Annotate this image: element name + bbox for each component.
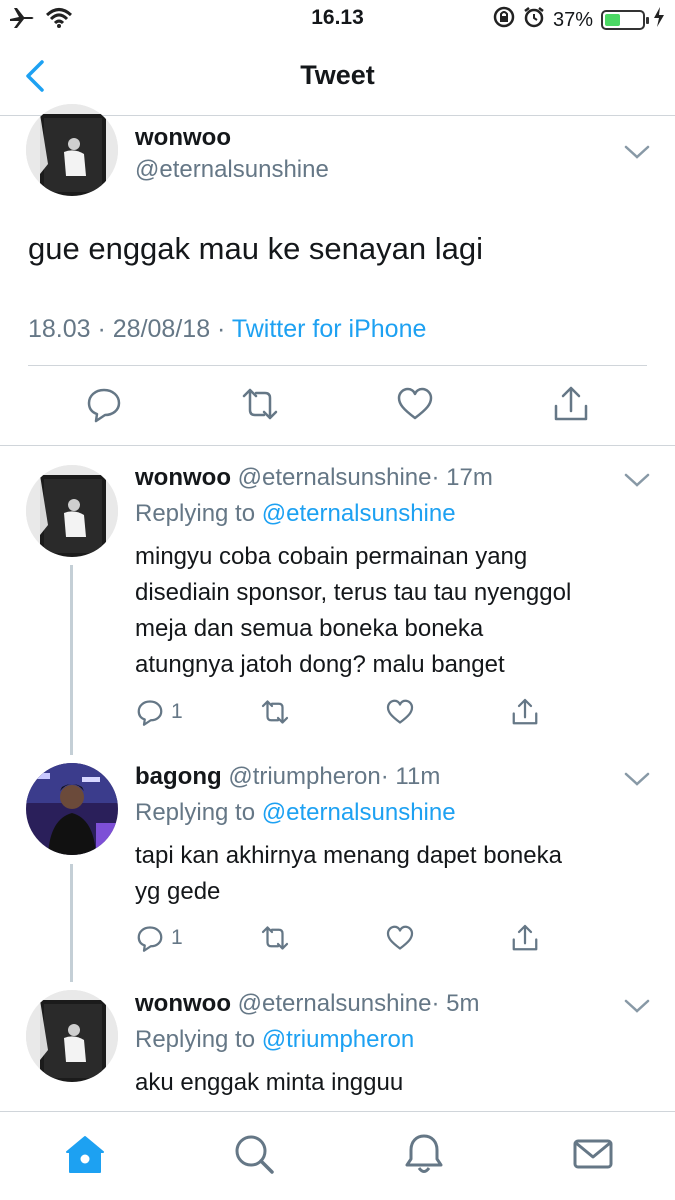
author-handle[interactable]: @eternalsunshine [135,156,329,184]
notifications-icon[interactable] [402,1132,446,1176]
charging-bolt-icon [653,7,665,33]
tweet-meta: 18.03 · 28/08/18 · Twitter for iPhone [28,315,426,344]
replying-to-link[interactable]: @eternalsunshine [262,799,456,826]
reply-button[interactable]: 1 [135,922,183,954]
battery-percent: 37% [552,8,593,31]
retweet-icon[interactable] [259,922,291,954]
tab-bar [0,1111,675,1200]
reply-count: 1 [171,926,183,949]
chevron-down-icon[interactable] [624,771,650,787]
status-bar: 16.13 37% [0,0,675,38]
reply-icon[interactable] [84,384,124,424]
reply-text: aku enggak minta ingguu [135,1065,655,1101]
nav-bar: Tweet [0,38,675,116]
reply-text-line: tapi kan akhirnya menang dapet boneka [135,842,562,869]
retweet-icon[interactable] [240,384,280,424]
reply-icon [137,926,163,952]
replying-to: Replying to @eternalsunshine [135,500,456,528]
avatar[interactable] [26,990,118,1082]
reply-header: wonwoo @eternalsunshine· 17m [135,464,493,492]
reply-time: · 11m [380,763,441,790]
author-name[interactable]: wonwoo [135,124,231,152]
replying-label: Replying to [135,500,262,527]
author-name[interactable]: wonwoo [135,990,231,1017]
replying-to-link[interactable]: @triumpheron [262,1026,414,1053]
share-icon[interactable] [510,696,540,728]
author-name[interactable]: wonwoo [135,464,231,491]
reply-button[interactable]: 1 [135,696,183,728]
reply-text: tapi kan akhirnya menang dapet boneka yg… [135,838,655,910]
chevron-down-icon[interactable] [624,998,650,1014]
share-icon[interactable] [510,922,540,954]
main-tweet: wonwoo @eternalsunshine gue enggak mau k… [0,104,675,446]
messages-icon[interactable] [571,1132,615,1176]
reply-text-line: atungnya jatoh dong? malu banget [135,651,505,678]
share-icon[interactable] [551,384,591,424]
like-icon[interactable] [385,696,415,728]
tweet-timestamp: 18.03 · 28/08/18 · [28,315,232,343]
alarm-icon [523,6,545,34]
reply-text-line: disediain sponsor, terus tau tau nyenggo… [135,579,572,606]
reply-actions: 1 [135,922,555,956]
reply-header: bagong @triumpheron· 11m [135,763,440,791]
page-title: Tweet [300,60,375,90]
replying-to: Replying to @eternalsunshine [135,799,456,827]
reply-tweet[interactable]: wonwoo @eternalsunshine· 17m Replying to… [0,446,675,736]
home-icon[interactable] [63,1132,107,1176]
author-handle[interactable]: @triumpheron [228,763,380,790]
divider [28,365,647,366]
avatar[interactable] [26,465,118,557]
replying-to: Replying to @triumpheron [135,1026,414,1054]
like-icon[interactable] [385,922,415,954]
orientation-lock-icon [493,6,515,34]
reply-icon [137,700,163,726]
avatar[interactable] [26,763,118,855]
chevron-down-icon[interactable] [624,144,650,160]
tweet-source-link[interactable]: Twitter for iPhone [232,315,427,343]
reply-text-line: yg gede [135,878,221,905]
author-name[interactable]: bagong [135,763,222,790]
retweet-icon[interactable] [259,696,291,728]
reply-text: mingyu coba cobain permainan yang disedi… [135,539,655,683]
reply-time: · 17m [431,464,493,491]
reply-time: · 5m [431,990,480,1017]
battery-icon [601,10,649,30]
reply-count: 1 [171,700,183,723]
tweet-text: gue enggak mau ke senayan lagi [28,231,483,266]
avatar[interactable] [26,104,118,196]
author-handle[interactable]: @eternalsunshine [238,464,432,491]
reply-tweet[interactable]: wonwoo @eternalsunshine· 5m Replying to … [0,972,675,1111]
replying-to-link[interactable]: @eternalsunshine [262,500,456,527]
reply-header: wonwoo @eternalsunshine· 5m [135,990,479,1018]
reply-actions: 1 [135,696,555,730]
like-icon[interactable] [395,384,435,424]
reply-text-line: aku enggak minta ingguu [135,1069,404,1096]
replying-label: Replying to [135,1026,262,1053]
replying-label: Replying to [135,799,262,826]
reply-text-line: meja dan semua boneka boneka [135,615,484,642]
reply-tweet[interactable]: bagong @triumpheron· 11m Replying to @et… [0,745,675,975]
search-icon[interactable] [232,1132,276,1176]
author-handle[interactable]: @eternalsunshine [238,990,432,1017]
chevron-down-icon[interactable] [624,472,650,488]
reply-text-line: mingyu coba cobain permainan yang [135,543,528,570]
